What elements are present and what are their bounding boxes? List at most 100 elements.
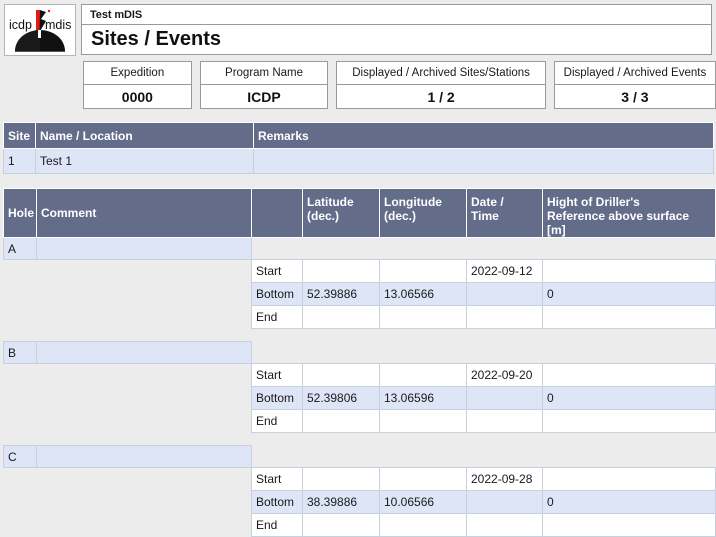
event-cell-latitude: 52.39886 [302, 282, 380, 306]
event-cell-longitude [379, 305, 467, 329]
sites-table: Site Name / Location Remarks 1 Test 1 [3, 122, 714, 174]
site-cell-id: 1 [3, 148, 36, 174]
event-cell-type: Bottom [251, 282, 303, 306]
event-cell-height: 0 [542, 282, 716, 306]
event-row-left-spacer [3, 386, 252, 410]
summary-info-row: Expedition 0000 Program Name ICDP Displa… [83, 61, 716, 109]
event-cell-latitude [302, 259, 380, 283]
info-value-events: 3 / 3 [621, 88, 649, 105]
event-cell-longitude [379, 467, 467, 491]
hole-row[interactable]: B [3, 341, 716, 364]
event-row-left-spacer [3, 513, 252, 537]
event-row[interactable]: Bottom 38.39886 10.06566 0 [3, 490, 716, 514]
event-cell-datetime [466, 305, 543, 329]
sites-column-site[interactable]: Site [3, 122, 36, 149]
holes-column-height-line1: Hight of Driller's [547, 195, 640, 209]
hole-row[interactable]: A [3, 237, 716, 260]
holes-column-latitude-line2: (dec.) [307, 209, 340, 223]
info-box-sites-stations: Displayed / Archived Sites/Stations 1 / … [336, 61, 546, 109]
info-value-program-name: ICDP [247, 88, 281, 105]
event-cell-height [542, 409, 716, 433]
hole-cell-comment [36, 341, 252, 364]
holes-column-longitude-line2: (dec.) [384, 209, 417, 223]
event-cell-latitude [302, 467, 380, 491]
holes-column-event-type[interactable] [251, 188, 303, 238]
event-row-left-spacer [3, 259, 252, 283]
holes-events-section: Hole Comment Latitude (dec.) Longitude (… [3, 188, 716, 537]
info-box-program-name: Program Name ICDP [199, 61, 329, 109]
holes-column-datetime[interactable]: Date / Time [466, 188, 543, 238]
event-cell-height [542, 467, 716, 491]
event-row[interactable]: Start 2022-09-12 [3, 259, 716, 283]
holes-body: A Start 2022-09-12 Bottom 52.39886 13.06… [3, 237, 716, 537]
holes-column-drillers-reference-height[interactable]: Hight of Driller's Reference above surfa… [542, 188, 716, 238]
event-row-left-spacer [3, 490, 252, 514]
event-cell-type: End [251, 513, 303, 537]
event-cell-datetime [466, 282, 543, 306]
event-row[interactable]: Bottom 52.39886 13.06566 0 [3, 282, 716, 306]
sites-header-row: Site Name / Location Remarks [3, 122, 714, 149]
title-block: Test mDIS Sites / Events [81, 4, 712, 55]
event-cell-longitude [379, 409, 467, 433]
event-row[interactable]: End [3, 513, 716, 537]
table-row[interactable]: 1 Test 1 [3, 148, 714, 174]
event-row-left-spacer [3, 363, 252, 387]
event-row[interactable]: Start 2022-09-28 [3, 467, 716, 491]
icdp-mdis-logo[interactable]: icdp mdis [4, 4, 76, 56]
sites-column-name-location[interactable]: Name / Location [35, 122, 254, 149]
event-cell-height [542, 363, 716, 387]
info-label-events: Displayed / Archived Events [554, 62, 715, 85]
info-value-expedition: 0000 [121, 88, 153, 105]
event-cell-height: 0 [542, 490, 716, 514]
event-cell-latitude [302, 513, 380, 537]
event-cell-height: 0 [542, 386, 716, 410]
info-label-program-name: Program Name [200, 62, 328, 85]
event-cell-type: Bottom [251, 386, 303, 410]
instance-subtitle: Test mDIS [90, 8, 143, 21]
holes-column-longitude[interactable]: Longitude (dec.) [379, 188, 467, 238]
event-cell-type: End [251, 409, 303, 433]
hole-cell-id: B [3, 341, 37, 364]
hole-cell-id: A [3, 237, 37, 260]
holes-column-datetime-line2: Time [471, 209, 499, 223]
event-cell-latitude [302, 409, 380, 433]
svg-text:mdis: mdis [45, 18, 71, 32]
event-row[interactable]: End [3, 409, 716, 433]
holes-column-hole[interactable]: Hole [3, 188, 37, 238]
event-row[interactable]: End [3, 305, 716, 329]
holes-column-comment[interactable]: Comment [36, 188, 252, 238]
event-cell-longitude: 13.06596 [379, 386, 467, 410]
event-cell-longitude [379, 513, 467, 537]
info-label-sites-stations: Displayed / Archived Sites/Stations [337, 62, 545, 85]
page-header: icdp mdis Test mDIS Sites / Events [0, 0, 716, 56]
section-gap-cell [3, 432, 716, 446]
hole-cell-id: C [3, 445, 37, 468]
event-cell-latitude: 52.39806 [302, 386, 380, 410]
event-cell-datetime [466, 490, 543, 514]
event-cell-longitude [379, 259, 467, 283]
holes-column-datetime-line1: Date / [471, 195, 504, 209]
section-gap [3, 328, 716, 342]
event-row-left-spacer [3, 282, 252, 306]
instance-subtitle-bar: Test mDIS [81, 4, 712, 25]
site-cell-name: Test 1 [35, 148, 254, 174]
logo-graphic: icdp mdis [5, 5, 75, 55]
holes-column-height-line3: [m] [547, 223, 566, 237]
event-cell-longitude: 10.06566 [379, 490, 467, 514]
event-cell-datetime [466, 513, 543, 537]
event-cell-datetime: 2022-09-12 [466, 259, 543, 283]
event-cell-latitude [302, 363, 380, 387]
event-row-left-spacer [3, 409, 252, 433]
hole-row-spacer [251, 237, 716, 260]
hole-row[interactable]: C [3, 445, 716, 468]
holes-column-longitude-line1: Longitude [384, 195, 442, 209]
event-row-left-spacer [3, 305, 252, 329]
event-row-left-spacer [3, 467, 252, 491]
event-row[interactable]: Start 2022-09-20 [3, 363, 716, 387]
event-cell-latitude: 38.39886 [302, 490, 380, 514]
event-cell-height [542, 259, 716, 283]
event-cell-type: Start [251, 259, 303, 283]
sites-column-remarks[interactable]: Remarks [253, 122, 714, 149]
holes-column-latitude[interactable]: Latitude (dec.) [302, 188, 380, 238]
event-row[interactable]: Bottom 52.39806 13.06596 0 [3, 386, 716, 410]
